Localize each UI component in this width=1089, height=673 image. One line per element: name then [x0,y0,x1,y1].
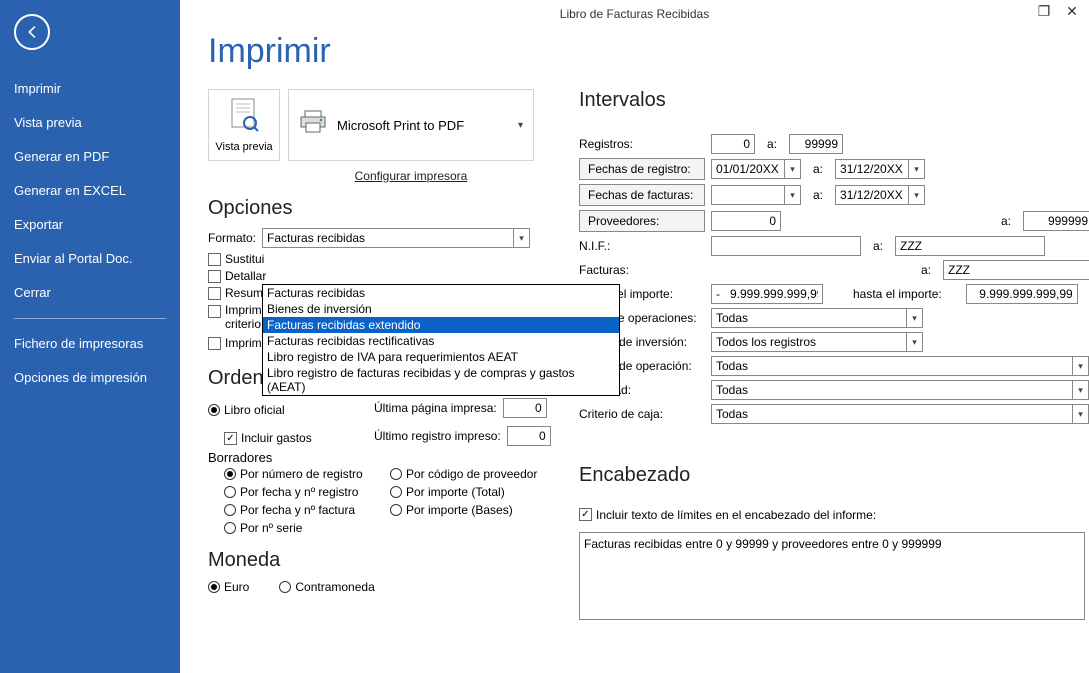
sidebar: Imprimir Vista previa Generar en PDF Gen… [0,0,180,673]
preview-icon [229,98,259,139]
chevron-down-icon: ▾ [784,186,800,204]
chk-sustituir[interactable]: Sustitui [208,252,264,266]
fecha-reg-to-combo[interactable]: 31/12/20XX▾ [835,159,925,179]
chevron-down-icon: ▾ [906,309,922,327]
fecha-reg-from-combo[interactable]: 01/01/20XX▾ [711,159,801,179]
formato-label: Formato: [208,231,256,245]
titlebar: Libro de Facturas Recibidas ❐ ✕ [180,0,1089,28]
formato-selected: Facturas recibidas [263,231,513,245]
chevron-down-icon: ▾ [908,186,924,204]
chevron-down-icon: ▾ [906,333,922,351]
claves-op-combo[interactable]: Todas▾ [711,356,1089,376]
chevron-down-icon: ▾ [908,160,924,178]
sidebar-item-cerrar[interactable]: Cerrar [0,276,180,310]
page-title: Imprimir [208,32,1089,71]
sidebar-item-opciones-impresion[interactable]: Opciones de impresión [0,361,180,395]
chevron-down-icon: ▾ [518,120,523,131]
chevron-down-icon: ▾ [1072,381,1088,399]
close-icon[interactable]: ✕ [1059,2,1085,20]
configure-printer-link[interactable]: Configurar impresora [288,169,534,183]
reg-to-input[interactable] [789,134,843,154]
ultima-pagina-label: Última página impresa: [374,401,497,415]
proveedores-button[interactable]: Proveedores: [579,210,705,232]
criterio-caja-label: Criterio de caja: [579,407,705,421]
facturas-label: Facturas: [579,263,705,277]
dd-item-0[interactable]: Facturas recibidas [263,285,619,301]
sidebar-item-enviar-portal[interactable]: Enviar al Portal Doc. [0,242,180,276]
chk-resumir[interactable]: Resumi [208,286,266,300]
nif-to-input[interactable] [895,236,1045,256]
printer-card[interactable]: Microsoft Print to PDF ▾ [288,89,534,161]
back-button[interactable] [14,14,50,50]
chk-detallar[interactable]: Detallar [208,269,266,283]
printer-icon [299,110,327,140]
window-title: Libro de Facturas Recibidas [560,7,709,21]
nif-label: N.I.F.: [579,239,705,253]
prov-from-input[interactable] [711,211,781,231]
dd-item-4[interactable]: Libro registro de IVA para requerimiento… [263,349,619,365]
sidebar-item-imprimir[interactable]: Imprimir [0,72,180,106]
ultimo-registro-label: Último registro impreso: [374,429,501,443]
registros-label: Registros: [579,137,705,151]
dd-item-1[interactable]: Bienes de inversión [263,301,619,317]
radio-contramoneda[interactable]: Contramoneda [279,580,374,594]
sidebar-divider [14,318,166,319]
chk-incluir-limites[interactable]: ✓Incluir texto de límites en el encabeza… [579,508,876,522]
nif-from-input[interactable] [711,236,861,256]
restore-icon[interactable]: ❐ [1031,2,1057,20]
fechas-registro-button[interactable]: Fechas de registro: [579,158,705,180]
radio-fecha-factura[interactable]: Por fecha y nº factura [224,503,384,517]
fechas-facturas-button[interactable]: Fechas de facturas: [579,184,705,206]
prov-to-input[interactable] [1023,211,1089,231]
preview-card-label: Vista previa [215,141,272,153]
reg-from-input[interactable] [711,134,755,154]
chevron-down-icon: ▾ [1072,405,1088,423]
chevron-down-icon: ▾ [513,229,529,247]
radio-importe-total[interactable]: Por importe (Total) [390,485,560,499]
sidebar-item-exportar[interactable]: Exportar [0,208,180,242]
criterio-caja-combo[interactable]: Todas▾ [711,404,1089,424]
preview-card[interactable]: Vista previa [208,89,280,161]
formato-combo[interactable]: Facturas recibidas ▾ [262,228,530,248]
radio-fecha-registro[interactable]: Por fecha y nº registro [224,485,384,499]
importe-desde-input[interactable] [711,284,823,304]
hasta-importe-label: hasta el importe: [853,287,942,301]
chevron-down-icon: ▾ [784,160,800,178]
sidebar-item-vista-previa[interactable]: Vista previa [0,106,180,140]
ultima-pagina-input[interactable] [503,398,547,418]
sidebar-item-excel[interactable]: Generar en EXCEL [0,174,180,208]
importe-hasta-input[interactable] [966,284,1078,304]
radio-cod-proveedor[interactable]: Por código de proveedor [390,467,560,481]
printer-name: Microsoft Print to PDF [337,118,464,133]
bienes-inv-combo[interactable]: Todos los registros▾ [711,332,923,352]
radio-importe-bases[interactable]: Por importe (Bases) [390,503,560,517]
formato-dropdown[interactable]: Facturas recibidas Bienes de inversión F… [262,284,620,396]
encabezado-heading: Encabezado [579,464,1089,487]
encabezado-textarea[interactable] [579,532,1085,620]
radio-libro-oficial[interactable]: Libro oficial [208,398,368,422]
radio-num-registro[interactable]: Por número de registro [224,467,384,481]
sidebar-item-pdf[interactable]: Generar en PDF [0,140,180,174]
chk-incluir-gastos[interactable]: ✓Incluir gastos [224,426,368,450]
sidebar-item-fichero-impresoras[interactable]: Fichero de impresoras [0,327,180,361]
dd-item-2[interactable]: Facturas recibidas extendido [263,317,619,333]
chevron-down-icon: ▾ [1072,357,1088,375]
radio-serie[interactable]: Por nº serie [224,521,384,535]
radio-euro[interactable]: Euro [208,580,249,594]
tipos-op-combo[interactable]: Todas▾ [711,308,923,328]
borradores-label: Borradores [208,450,543,465]
fecha-fact-from-combo[interactable]: ▾ [711,185,801,205]
intervalos-heading: Intervalos [579,89,1089,112]
ultimo-registro-input[interactable] [507,426,551,446]
fecha-fact-to-combo[interactable]: 31/12/20XX▾ [835,185,925,205]
actividad-combo[interactable]: Todas▾ [711,380,1089,400]
dd-item-3[interactable]: Facturas recibidas rectificativas [263,333,619,349]
opciones-heading: Opciones [208,197,543,220]
dd-item-5[interactable]: Libro registro de facturas recibidas y d… [263,365,619,395]
moneda-heading: Moneda [208,549,543,572]
fact-to-input[interactable] [943,260,1089,280]
